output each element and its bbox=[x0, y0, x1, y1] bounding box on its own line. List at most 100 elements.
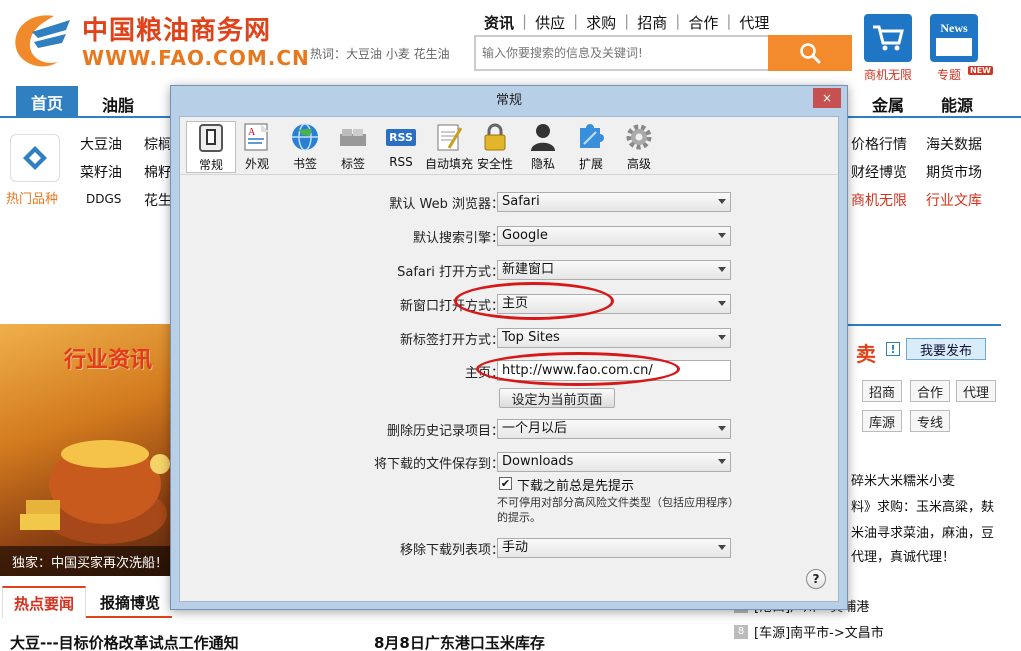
tab-label: 自动填充 bbox=[424, 157, 473, 171]
select-value: Top Sites bbox=[502, 330, 560, 345]
tab-label: 书签 bbox=[292, 157, 317, 171]
link-biz[interactable]: 商机无限 bbox=[851, 190, 907, 210]
hero-banner-image[interactable]: 行业资讯 独家：中国买家再次洗船！ bbox=[0, 324, 172, 576]
headline-1[interactable]: 大豆---目标价格改革试点工作通知 bbox=[10, 632, 239, 651]
appearance-icon: A bbox=[241, 121, 273, 153]
right-text-4[interactable]: 代理，真诚代理！ bbox=[851, 546, 955, 565]
tab-autofill[interactable]: 自动填充 bbox=[424, 121, 474, 173]
select-remove-history[interactable]: 一个月以后 bbox=[497, 419, 731, 439]
top-link-agent[interactable]: 代理 bbox=[739, 12, 769, 33]
search-box[interactable] bbox=[474, 35, 768, 71]
category-cottonseed[interactable]: 棉籽 bbox=[144, 162, 172, 182]
link-price[interactable]: 价格行情 bbox=[851, 134, 907, 154]
download-note: 不可停用对部分高风险文件类型（包括应用程序）的提示。 bbox=[497, 496, 739, 524]
button-agent[interactable]: 代理 bbox=[956, 380, 997, 402]
chevron-down-icon bbox=[718, 335, 726, 340]
tile-label-topic[interactable]: 专题 bbox=[937, 66, 961, 83]
tab-extensions[interactable]: 扩展 bbox=[566, 121, 616, 173]
tab-security[interactable]: 安全性 bbox=[470, 121, 520, 173]
news-icon[interactable]: News bbox=[930, 14, 978, 62]
link-futures[interactable]: 期货市场 bbox=[926, 162, 982, 182]
top-link-supply[interactable]: 供应 bbox=[535, 12, 565, 33]
right-text-1[interactable]: 碎米大米糯米小麦 bbox=[851, 470, 955, 489]
tile-label-biz[interactable]: 商机无限 bbox=[864, 66, 912, 83]
category-soy-oil[interactable]: 大豆油 bbox=[80, 134, 122, 154]
headline-2[interactable]: 8月8日广东港口玉米库存 bbox=[374, 632, 545, 651]
separator: | bbox=[726, 12, 732, 30]
close-icon: × bbox=[821, 91, 833, 105]
category-rapeseed-oil[interactable]: 菜籽油 bbox=[80, 162, 122, 182]
top-link-cooperation[interactable]: 合作 bbox=[688, 12, 718, 33]
link-customs[interactable]: 海关数据 bbox=[926, 134, 982, 154]
category-ddgs[interactable]: DDGS bbox=[86, 192, 121, 206]
help-button[interactable]: ? bbox=[806, 569, 826, 589]
search-button[interactable] bbox=[768, 35, 852, 71]
chevron-down-icon bbox=[718, 545, 726, 550]
homepage-input[interactable]: http://www.fao.com.cn/ bbox=[497, 360, 731, 381]
button-investment[interactable]: 招商 bbox=[862, 380, 903, 402]
tab-news-digest[interactable]: 报摘博览 bbox=[100, 592, 160, 613]
publish-button[interactable]: 我要发布 bbox=[906, 338, 986, 360]
list-item[interactable]: 8 [车源]南平市->文昌市 bbox=[734, 622, 884, 641]
sell-heading: 卖 bbox=[856, 342, 876, 366]
tab-rss[interactable]: RSS RSS bbox=[376, 121, 426, 173]
link-library[interactable]: 行业文库 bbox=[926, 190, 982, 210]
hot-category-label[interactable]: 热门品种 bbox=[6, 188, 58, 207]
right-panel-divider bbox=[848, 324, 1001, 326]
select-new-window[interactable]: 主页 bbox=[497, 294, 731, 314]
button-stock[interactable]: 库源 bbox=[862, 410, 903, 432]
nav-home[interactable]: 首页 bbox=[16, 86, 78, 118]
hotwords[interactable]: 热词：大豆油 小麦 花生油 bbox=[310, 45, 450, 62]
button-cooperation[interactable]: 合作 bbox=[910, 380, 951, 402]
nav-energy[interactable]: 能源 bbox=[941, 92, 973, 116]
select-new-tab[interactable]: Top Sites bbox=[497, 328, 731, 348]
gear-icon bbox=[623, 121, 655, 153]
tab-label: 扩展 bbox=[578, 157, 603, 171]
label-new-window: 新窗口打开方式： bbox=[399, 299, 504, 314]
tab-privacy[interactable]: 隐私 bbox=[518, 121, 568, 173]
search-input[interactable] bbox=[476, 37, 768, 69]
set-current-page-button[interactable]: 设定为当前页面 bbox=[499, 388, 615, 408]
svg-text:A: A bbox=[248, 127, 256, 138]
tab-tabs[interactable]: 标签 bbox=[328, 121, 378, 173]
site-title[interactable]: 中国粮油商务网 bbox=[82, 10, 271, 47]
news-icon-text: News bbox=[940, 20, 968, 35]
top-link-investment[interactable]: 招商 bbox=[637, 12, 667, 33]
nav-metals[interactable]: 金属 bbox=[872, 92, 904, 116]
hero-caption[interactable]: 独家：中国买家再次洗船！ bbox=[0, 546, 172, 576]
tab-advanced[interactable]: 高级 bbox=[614, 121, 664, 173]
link-finance[interactable]: 财经博览 bbox=[851, 162, 907, 182]
new-badge: NEW bbox=[968, 66, 993, 75]
label-new-tab: 新标签打开方式： bbox=[399, 333, 504, 348]
top-link-news[interactable]: 资讯 bbox=[484, 12, 514, 33]
button-line[interactable]: 专线 bbox=[910, 410, 951, 432]
tab-label: 外观 bbox=[244, 157, 269, 171]
select-save-downloads[interactable]: Downloads bbox=[497, 452, 731, 472]
separator: | bbox=[675, 12, 681, 30]
label-remove-downloads: 移除下载列表项： bbox=[399, 543, 504, 558]
site-url[interactable]: WWW.FAO.COM.CN bbox=[82, 46, 310, 70]
close-button[interactable]: × bbox=[813, 88, 841, 108]
select-search-engine[interactable]: Google bbox=[497, 226, 731, 246]
tab-appearance[interactable]: A 外观 bbox=[232, 121, 282, 173]
nav-oils[interactable]: 油脂 bbox=[102, 92, 134, 116]
ask-before-download-checkbox[interactable]: ✔ bbox=[499, 477, 512, 490]
hot-category-icon[interactable] bbox=[10, 134, 60, 182]
top-link-purchase[interactable]: 求购 bbox=[586, 12, 616, 33]
category-peanut[interactable]: 花生 bbox=[144, 190, 172, 210]
tab-bookmarks[interactable]: 书签 bbox=[280, 121, 330, 173]
separator: | bbox=[624, 12, 630, 30]
right-text-3[interactable]: 米油寻求菜油，麻油，豆 bbox=[851, 522, 994, 541]
select-open-with[interactable]: 新建窗口 bbox=[497, 260, 731, 280]
select-remove-downloads[interactable]: 手动 bbox=[497, 538, 731, 558]
site-logo-icon[interactable] bbox=[8, 10, 74, 72]
right-text-2[interactable]: 料》求购：玉米高粱，麸 bbox=[851, 496, 994, 515]
list-item-text: [车源]南平市->文昌市 bbox=[754, 626, 884, 641]
select-value: 一个月以后 bbox=[502, 421, 568, 436]
tab-hot-news[interactable]: 热点要闻 bbox=[2, 586, 86, 618]
cart-icon[interactable] bbox=[864, 14, 912, 62]
dialog-title[interactable]: 常规 bbox=[171, 86, 847, 116]
tab-general[interactable]: 常规 bbox=[186, 121, 236, 173]
category-palm[interactable]: 棕榈 bbox=[144, 134, 172, 154]
select-default-browser[interactable]: Safari bbox=[497, 192, 731, 212]
